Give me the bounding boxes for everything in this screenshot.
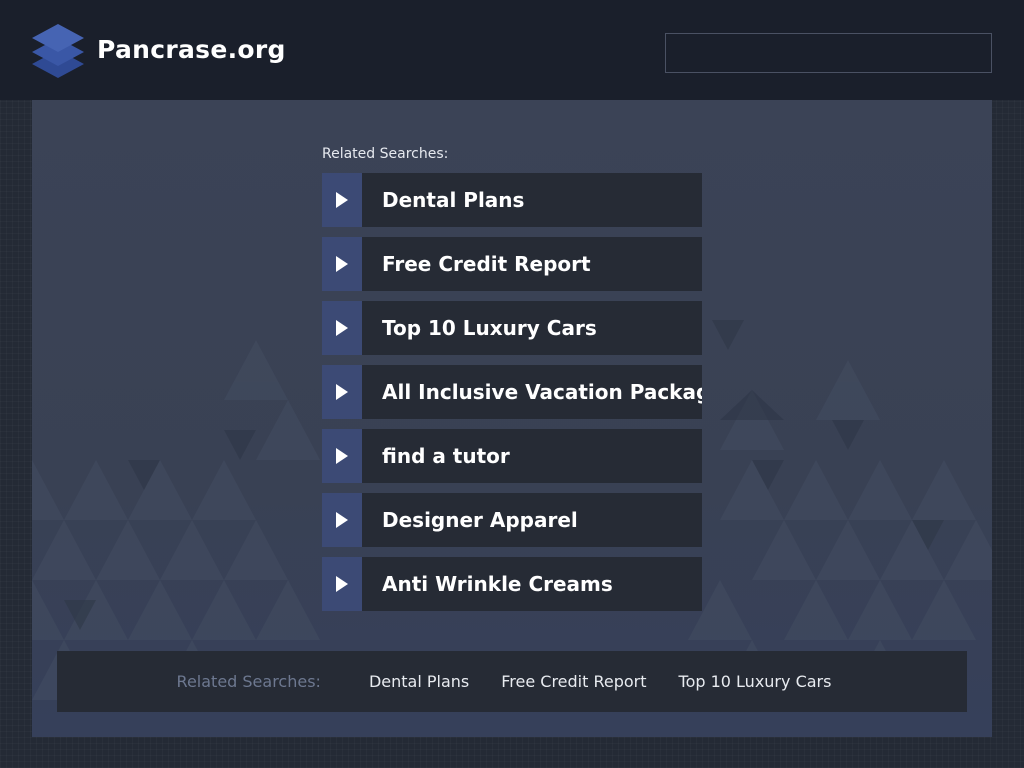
related-search-label[interactable]: All Inclusive Vacation Packages: [362, 365, 702, 419]
related-search-label[interactable]: find a tutor: [362, 429, 702, 483]
play-arrow-icon: [322, 493, 362, 547]
play-arrow-icon: [322, 237, 362, 291]
related-searches-label: Related Searches:: [322, 146, 449, 162]
site-title[interactable]: Pancrase.org: [97, 35, 286, 64]
layered-stack-icon[interactable]: [30, 20, 86, 82]
header: Pancrase.org: [0, 0, 1024, 100]
related-search-link[interactable]: Top 10 Luxury Cars: [322, 301, 702, 355]
play-arrow-icon: [322, 365, 362, 419]
footer-link[interactable]: Top 10 Luxury Cars: [679, 672, 832, 691]
related-search-link[interactable]: Anti Wrinkle Creams: [322, 557, 702, 611]
footer-link[interactable]: Free Credit Report: [501, 672, 646, 691]
play-arrow-icon: [322, 557, 362, 611]
related-search-label[interactable]: Top 10 Luxury Cars: [362, 301, 702, 355]
related-search-link[interactable]: find a tutor: [322, 429, 702, 483]
footer-link[interactable]: Dental Plans: [369, 672, 469, 691]
related-search-label[interactable]: Dental Plans: [362, 173, 702, 227]
footer-related-searches: Related Searches: Dental Plans Free Cred…: [57, 651, 967, 712]
play-arrow-icon: [322, 429, 362, 483]
related-search-link[interactable]: Free Credit Report: [322, 237, 702, 291]
related-search-list: Dental Plans Free Credit Report Top 10 L…: [322, 173, 702, 621]
related-search-label[interactable]: Anti Wrinkle Creams: [362, 557, 702, 611]
related-search-link[interactable]: Dental Plans: [322, 173, 702, 227]
main-content: Related Searches: Dental Plans Free Cred…: [32, 100, 992, 737]
related-search-link[interactable]: All Inclusive Vacation Packages: [322, 365, 702, 419]
search-input[interactable]: [665, 33, 992, 73]
related-search-label[interactable]: Designer Apparel: [362, 493, 702, 547]
related-search-link[interactable]: Designer Apparel: [322, 493, 702, 547]
footer-related-label: Related Searches:: [176, 672, 321, 691]
related-search-label[interactable]: Free Credit Report: [362, 237, 702, 291]
play-arrow-icon: [322, 301, 362, 355]
play-arrow-icon: [322, 173, 362, 227]
